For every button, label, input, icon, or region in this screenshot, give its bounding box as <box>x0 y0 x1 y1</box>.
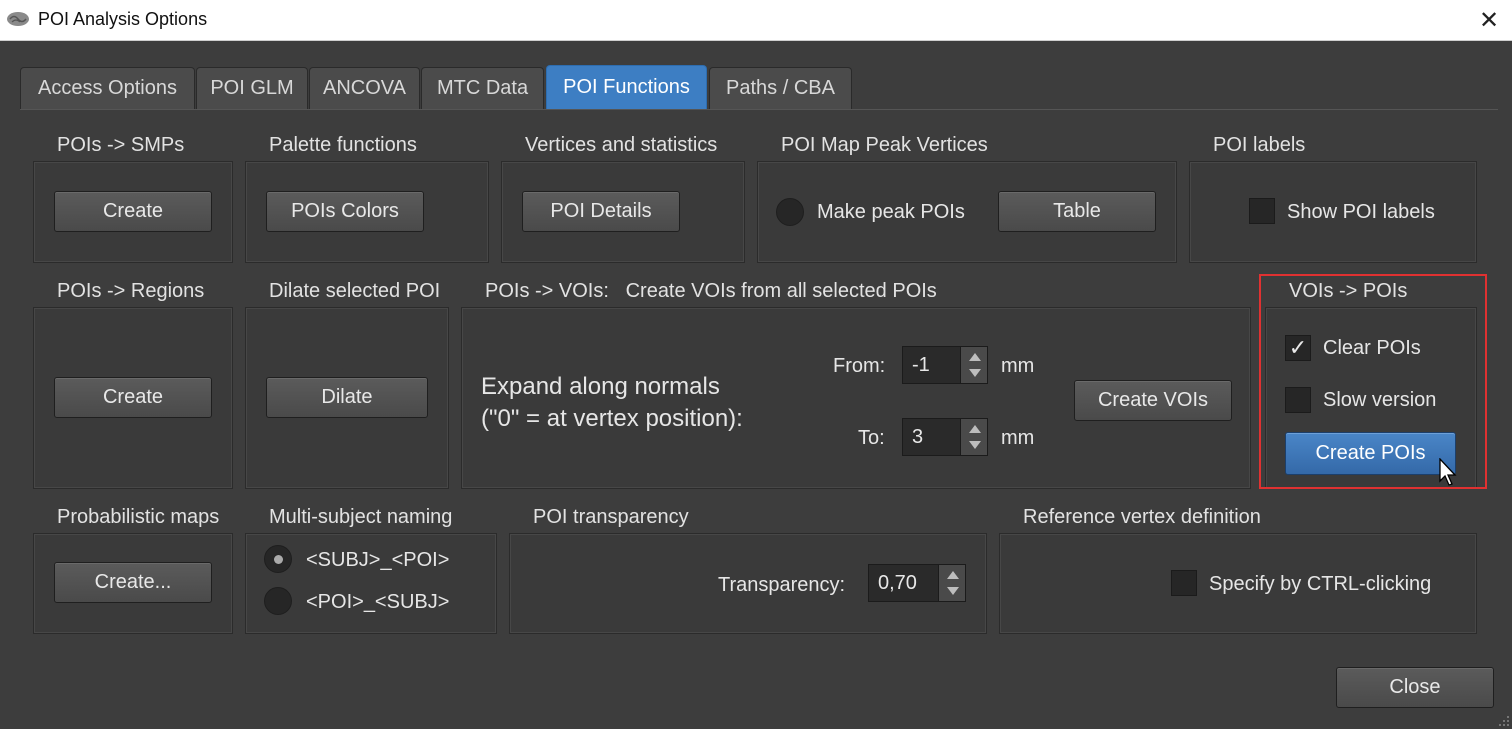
make-peak-pois-radio[interactable] <box>776 198 804 226</box>
group-title-pois-vois: POIs -> VOIs: Create VOIs from all selec… <box>485 280 937 302</box>
spin-up-icon[interactable] <box>969 353 981 361</box>
group-title-probabilistic: Probabilistic maps <box>57 506 220 528</box>
naming-subj-poi-label: <SUBJ>_<POI> <box>306 549 450 571</box>
close-button[interactable]: Close <box>1336 667 1494 708</box>
naming-subj-poi-radio[interactable] <box>264 545 292 573</box>
group-title-naming: Multi-subject naming <box>269 506 453 528</box>
create-probabilistic-button[interactable]: Create... <box>54 562 212 603</box>
create-smps-button[interactable]: Create <box>54 191 212 232</box>
tab-mtc-data[interactable]: MTC Data <box>421 67 544 109</box>
close-icon[interactable]: ✕ <box>1466 0 1512 40</box>
resize-grip-icon[interactable] <box>1496 713 1510 727</box>
from-label: From: <box>833 355 886 377</box>
mouse-cursor-icon <box>1439 458 1457 486</box>
transparency-spin-arrows[interactable] <box>938 565 965 601</box>
group-title-reference: Reference vertex definition <box>1023 506 1261 528</box>
pois-colors-button[interactable]: POIs Colors <box>266 191 424 232</box>
ctrl-click-label: Specify by CTRL-clicking <box>1209 573 1432 595</box>
transparency-label: Transparency: <box>718 574 846 596</box>
from-spinbox[interactable]: -1 <box>902 346 988 384</box>
expand-normals-label-line1: Expand along normals <box>481 373 720 400</box>
group-title-pois-regions: POIs -> Regions <box>57 280 205 302</box>
group-title-labels: POI labels <box>1213 134 1306 156</box>
highlight-box <box>1259 274 1487 489</box>
group-title-vertices: Vertices and statistics <box>525 134 718 156</box>
ctrl-click-checkbox[interactable] <box>1171 570 1197 596</box>
from-value: -1 <box>912 354 930 376</box>
brain-app-icon <box>7 12 29 26</box>
tab-paths-cba[interactable]: Paths / CBA <box>709 67 852 109</box>
transparency-value: 0,70 <box>878 572 917 594</box>
group-title-palette: Palette functions <box>269 134 417 156</box>
to-unit: mm <box>1001 427 1035 449</box>
to-value: 3 <box>912 426 924 448</box>
to-label: To: <box>858 427 885 449</box>
from-unit: mm <box>1001 355 1035 377</box>
expand-normals-label-line2: ("0" = at vertex position): <box>481 405 743 432</box>
dilate-button[interactable]: Dilate <box>266 377 428 418</box>
tab-poi-glm[interactable]: POI GLM <box>196 67 308 109</box>
tab-poi-functions[interactable]: POI Functions <box>546 65 707 109</box>
group-title-peak: POI Map Peak Vertices <box>781 134 988 156</box>
spin-up-icon[interactable] <box>947 571 959 579</box>
to-spinbox[interactable]: 3 <box>902 418 988 456</box>
make-peak-pois-label: Make peak POIs <box>817 201 965 223</box>
spin-down-icon[interactable] <box>969 441 981 449</box>
to-spin-arrows[interactable] <box>960 419 987 455</box>
naming-poi-subj-label: <POI>_<SUBJ> <box>306 591 450 613</box>
spin-up-icon[interactable] <box>969 425 981 433</box>
tab-access-options[interactable]: Access Options <box>20 67 195 109</box>
group-title-pois-smps: POIs -> SMPs <box>57 134 185 156</box>
create-regions-button[interactable]: Create <box>54 377 212 418</box>
spin-down-icon[interactable] <box>947 587 959 595</box>
create-vois-button[interactable]: Create VOIs <box>1074 380 1232 421</box>
tab-ancova[interactable]: ANCOVA <box>309 67 420 109</box>
transparency-spinbox[interactable]: 0,70 <box>868 564 966 602</box>
show-poi-labels-label: Show POI labels <box>1287 201 1435 223</box>
table-button[interactable]: Table <box>998 191 1156 232</box>
window-titlebar: POI Analysis Options ✕ <box>0 0 1512 41</box>
naming-poi-subj-radio[interactable] <box>264 587 292 615</box>
show-poi-labels-checkbox[interactable] <box>1249 198 1275 224</box>
spin-down-icon[interactable] <box>969 369 981 377</box>
group-title-dilate: Dilate selected POI <box>269 280 441 302</box>
from-spin-arrows[interactable] <box>960 347 987 383</box>
group-title-transparency: POI transparency <box>533 506 689 528</box>
window-title: POI Analysis Options <box>38 9 208 29</box>
poi-details-button[interactable]: POI Details <box>522 191 680 232</box>
